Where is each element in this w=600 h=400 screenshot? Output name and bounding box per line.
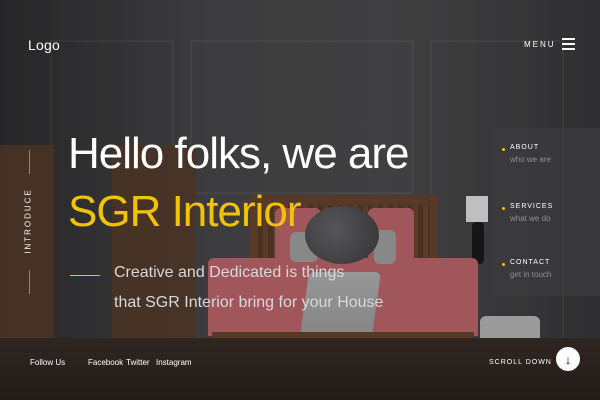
nav-item-services[interactable]: SERVICES what we do [510,203,553,223]
page-ui: Logo MENU INTRODUCE Hello folks, we are … [0,0,600,400]
nav-item-contact[interactable]: CONTACT get in touch [510,259,551,279]
nav-dot [502,207,505,210]
hamburger-icon[interactable] [562,38,575,50]
nav-item-desc: who we are [510,155,551,164]
hero-title-line1: Hello folks, we are [68,129,409,178]
nav-item-title[interactable]: CONTACT [510,259,551,266]
menu-label[interactable]: MENU [524,40,556,49]
social-link-facebook[interactable]: Facebook [88,358,123,367]
nav-item-desc: what we do [510,214,551,223]
side-nav: ABOUT who we are SERVICES what we do CON… [492,128,600,296]
follow-us-label: Follow Us [30,358,66,367]
nav-item-desc: get in touch [510,270,552,279]
intro-label: INTRODUCE [22,175,34,267]
intro-label-text: INTRODUCE [23,188,33,254]
intro-divider-bottom [29,270,30,294]
social-link-twitter[interactable]: Twitter [126,358,150,367]
nav-dot [502,148,505,151]
accent-line [70,275,100,276]
logo[interactable]: Logo [28,37,60,53]
scroll-down-button[interactable]: ↓ [556,347,580,371]
nav-item-about[interactable]: ABOUT who we are [510,144,551,164]
intro-divider-top [29,150,30,174]
nav-item-title[interactable]: ABOUT [510,144,551,151]
hero-subtitle-line2: that SGR Interior bring for your House [114,294,384,311]
nav-item-title[interactable]: SERVICES [510,203,553,210]
social-link-instagram[interactable]: Instagram [156,358,192,367]
nav-dot [502,263,505,266]
hero-subtitle-line1: Creative and Dedicated is things [114,264,345,281]
scroll-down-label[interactable]: SCROLL DOWN [489,359,552,366]
arrow-down-icon: ↓ [564,351,572,367]
hero-title-line2: SGR Interior [68,187,302,236]
